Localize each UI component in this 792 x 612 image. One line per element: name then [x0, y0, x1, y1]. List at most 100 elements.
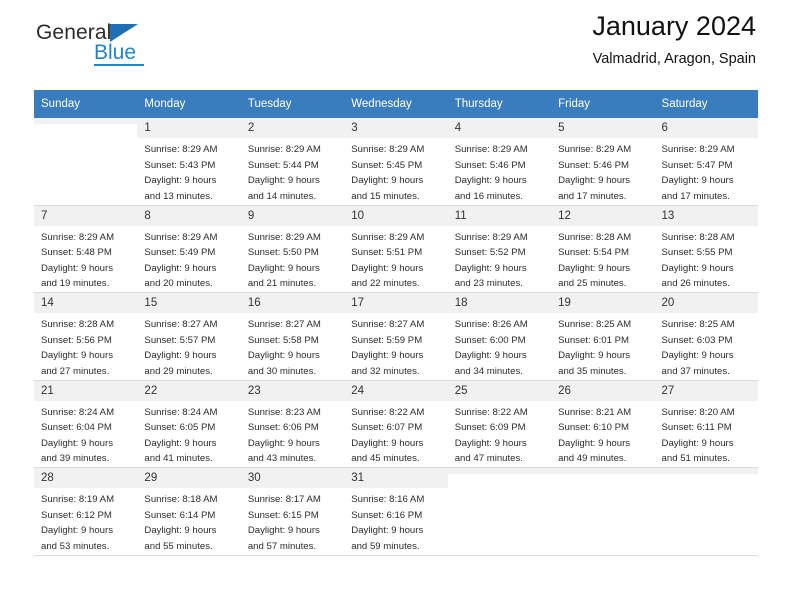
sunrise-text: Sunrise: 8:29 AM [454, 144, 528, 156]
daylight-text-line2: and 14 minutes. [247, 190, 317, 202]
sunset-text: Sunset: 6:00 PM [454, 334, 526, 346]
day-cell[interactable]: 15 Sunrise: 8:27 AM Sunset: 5:57 PM Dayl… [137, 292, 241, 381]
day-number: 2 [240, 118, 345, 139]
weekday-header-sunday: Sunday [34, 90, 138, 118]
day-number: 18 [447, 293, 552, 314]
calendar-week-row: 21 Sunrise: 8:24 AM Sunset: 6:04 PM Dayl… [34, 380, 758, 468]
daylight-text-line2: and 30 minutes. [247, 365, 317, 377]
day-details: Sunrise: 8:26 AM Sunset: 6:00 PM Dayligh… [448, 313, 551, 379]
day-cell[interactable]: 23 Sunrise: 8:23 AM Sunset: 6:06 PM Dayl… [240, 380, 345, 468]
sunrise-text: Sunrise: 8:29 AM [144, 231, 218, 243]
day-cell[interactable]: 14 Sunrise: 8:28 AM Sunset: 5:56 PM Dayl… [34, 292, 138, 381]
day-cell[interactable]: 24 Sunrise: 8:22 AM Sunset: 6:07 PM Dayl… [344, 380, 448, 468]
day-cell[interactable]: 29 Sunrise: 8:18 AM Sunset: 6:14 PM Dayl… [137, 467, 241, 556]
day-cell[interactable]: 9 Sunrise: 8:29 AM Sunset: 5:50 PM Dayli… [240, 205, 345, 293]
logo-underline [94, 64, 144, 66]
daylight-text-line2: and 27 minutes. [41, 365, 110, 377]
day-cell[interactable]: 22 Sunrise: 8:24 AM Sunset: 6:05 PM Dayl… [137, 380, 241, 468]
sunrise-text: Sunrise: 8:29 AM [454, 231, 528, 243]
daylight-text-line1: Daylight: 9 hours [351, 175, 424, 187]
day-cell[interactable]: 26 Sunrise: 8:21 AM Sunset: 6:10 PM Dayl… [551, 380, 655, 468]
sunrise-text: Sunrise: 8:18 AM [144, 494, 218, 506]
daylight-text-line1: Daylight: 9 hours [454, 262, 527, 274]
daylight-text-line1: Daylight: 9 hours [558, 175, 631, 187]
daylight-text-line1: Daylight: 9 hours [247, 175, 320, 187]
daylight-text-line2: and 17 minutes. [558, 190, 627, 202]
sunset-text: Sunset: 5:51 PM [351, 247, 423, 259]
logo-triangle-icon [110, 24, 138, 42]
sunrise-text: Sunrise: 8:23 AM [247, 406, 321, 418]
sunrise-text: Sunrise: 8:20 AM [661, 406, 735, 418]
day-number: 24 [344, 380, 448, 401]
day-cell[interactable]: 6 Sunrise: 8:29 AM Sunset: 5:47 PM Dayli… [654, 118, 758, 206]
title-block: January 2024 Valmadrid, Aragon, Spain [592, 11, 758, 66]
sunrise-text: Sunrise: 8:28 AM [558, 231, 632, 243]
sunrise-text: Sunrise: 8:27 AM [144, 319, 218, 331]
sunrise-text: Sunrise: 8:29 AM [247, 144, 321, 156]
sunrise-text: Sunrise: 8:26 AM [454, 319, 528, 331]
day-cell[interactable]: 20 Sunrise: 8:25 AM Sunset: 6:03 PM Dayl… [654, 292, 758, 381]
day-cell[interactable]: 10 Sunrise: 8:29 AM Sunset: 5:51 PM Dayl… [344, 205, 448, 293]
daylight-text-line1: Daylight: 9 hours [661, 350, 734, 362]
sunset-text: Sunset: 5:47 PM [661, 159, 733, 171]
daylight-text-line1: Daylight: 9 hours [454, 175, 527, 187]
calendar-week-row: 14 Sunrise: 8:28 AM Sunset: 5:56 PM Dayl… [34, 292, 758, 381]
general-blue-logo[interactable]: General Blue [36, 12, 166, 66]
day-cell[interactable]: 1 Sunrise: 8:29 AM Sunset: 5:43 PM Dayli… [137, 118, 241, 206]
sunset-text: Sunset: 6:09 PM [454, 422, 526, 434]
daylight-text-line1: Daylight: 9 hours [247, 437, 320, 449]
daylight-text-line1: Daylight: 9 hours [454, 437, 527, 449]
day-cell[interactable]: 25 Sunrise: 8:22 AM Sunset: 6:09 PM Dayl… [447, 380, 552, 468]
daylight-text-line2: and 49 minutes. [558, 453, 627, 465]
logo-text-general: General [36, 21, 112, 44]
daylight-text-line2: and 35 minutes. [558, 365, 627, 377]
day-number: 29 [137, 468, 241, 489]
day-number: 1 [137, 118, 241, 139]
day-cell[interactable]: 2 Sunrise: 8:29 AM Sunset: 5:44 PM Dayli… [240, 118, 345, 206]
day-cell[interactable]: 28 Sunrise: 8:19 AM Sunset: 6:12 PM Dayl… [34, 467, 138, 556]
day-cell[interactable]: 17 Sunrise: 8:27 AM Sunset: 5:59 PM Dayl… [344, 292, 448, 381]
daylight-text-line2: and 13 minutes. [144, 190, 213, 202]
sunrise-text: Sunrise: 8:29 AM [247, 231, 321, 243]
day-cell[interactable]: 12 Sunrise: 8:28 AM Sunset: 5:54 PM Dayl… [551, 205, 655, 293]
day-details: Sunrise: 8:24 AM Sunset: 6:04 PM Dayligh… [34, 401, 137, 467]
day-details: Sunrise: 8:21 AM Sunset: 6:10 PM Dayligh… [551, 401, 654, 467]
day-number: 28 [34, 468, 138, 489]
day-cell[interactable]: 7 Sunrise: 8:29 AM Sunset: 5:48 PM Dayli… [34, 205, 138, 293]
day-cell[interactable]: 8 Sunrise: 8:29 AM Sunset: 5:49 PM Dayli… [137, 205, 241, 293]
day-cell[interactable]: 4 Sunrise: 8:29 AM Sunset: 5:46 PM Dayli… [447, 118, 552, 206]
day-cell[interactable]: 21 Sunrise: 8:24 AM Sunset: 6:04 PM Dayl… [34, 380, 138, 468]
calendar-page: General Blue January 2024 Valmadrid, Ara… [0, 0, 792, 612]
day-details: Sunrise: 8:29 AM Sunset: 5:50 PM Dayligh… [241, 226, 344, 292]
day-cell[interactable]: 31 Sunrise: 8:16 AM Sunset: 6:16 PM Dayl… [344, 467, 448, 556]
day-details: Sunrise: 8:24 AM Sunset: 6:05 PM Dayligh… [137, 401, 240, 467]
daylight-text-line2: and 39 minutes. [41, 453, 110, 465]
daylight-text-line1: Daylight: 9 hours [144, 437, 217, 449]
day-details: Sunrise: 8:18 AM Sunset: 6:14 PM Dayligh… [137, 488, 240, 554]
day-number: 4 [447, 118, 552, 139]
sunset-text: Sunset: 5:46 PM [454, 159, 526, 171]
sunset-text: Sunset: 6:01 PM [558, 334, 630, 346]
day-cell[interactable]: 5 Sunrise: 8:29 AM Sunset: 5:46 PM Dayli… [551, 118, 655, 206]
day-number: 5 [551, 118, 655, 139]
day-cell[interactable]: 13 Sunrise: 8:28 AM Sunset: 5:55 PM Dayl… [654, 205, 758, 293]
sunrise-text: Sunrise: 8:19 AM [41, 494, 115, 506]
sunrise-text: Sunrise: 8:21 AM [558, 406, 632, 418]
sunset-text: Sunset: 6:12 PM [41, 509, 112, 521]
day-cell[interactable]: 18 Sunrise: 8:26 AM Sunset: 6:00 PM Dayl… [447, 292, 552, 381]
daylight-text-line2: and 51 minutes. [661, 453, 730, 465]
daylight-text-line1: Daylight: 9 hours [661, 262, 734, 274]
sunset-text: Sunset: 5:55 PM [661, 247, 733, 259]
sunrise-text: Sunrise: 8:29 AM [351, 231, 425, 243]
day-details: Sunrise: 8:29 AM Sunset: 5:49 PM Dayligh… [137, 226, 240, 292]
day-cell[interactable]: 30 Sunrise: 8:17 AM Sunset: 6:15 PM Dayl… [240, 467, 345, 556]
day-cell[interactable]: 3 Sunrise: 8:29 AM Sunset: 5:45 PM Dayli… [344, 118, 448, 206]
day-cell[interactable]: 19 Sunrise: 8:25 AM Sunset: 6:01 PM Dayl… [551, 292, 655, 381]
sunset-text: Sunset: 6:16 PM [351, 509, 423, 521]
sunrise-text: Sunrise: 8:27 AM [351, 319, 425, 331]
daylight-text-line2: and 21 minutes. [247, 278, 317, 290]
day-cell[interactable]: 16 Sunrise: 8:27 AM Sunset: 5:58 PM Dayl… [240, 292, 345, 381]
sunset-text: Sunset: 6:06 PM [247, 422, 319, 434]
day-cell[interactable]: 11 Sunrise: 8:29 AM Sunset: 5:52 PM Dayl… [447, 205, 552, 293]
day-cell[interactable]: 27 Sunrise: 8:20 AM Sunset: 6:11 PM Dayl… [654, 380, 758, 468]
